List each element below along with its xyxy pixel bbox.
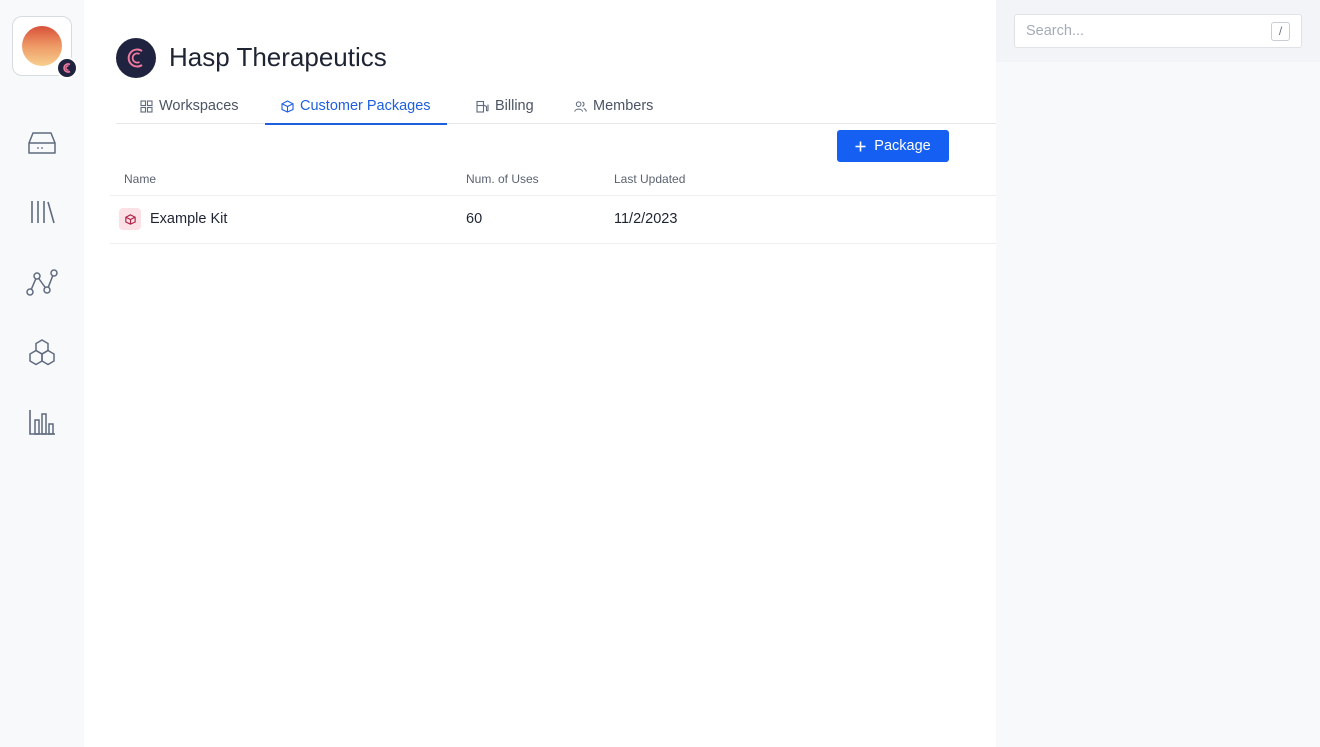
grid-icon: [140, 99, 153, 113]
tab-bar: Workspaces Customer Packages Billing Mem…: [116, 88, 996, 125]
rail-item-workflows[interactable]: [24, 264, 60, 300]
plus-icon: [855, 141, 866, 151]
tab-customer-packages[interactable]: Customer Packages: [265, 88, 447, 125]
rail-item-components[interactable]: [24, 334, 60, 370]
cell-uses: 60: [466, 211, 483, 227]
library-icon: [31, 201, 55, 224]
table-row[interactable]: Example Kit 60 11/2/2023: [110, 196, 996, 244]
hexagons-icon: [29, 339, 55, 366]
package-icon: [281, 99, 294, 113]
rail-item-inbox[interactable]: [24, 124, 60, 160]
tab-label: Billing: [495, 98, 534, 114]
tab-label: Members: [593, 98, 654, 114]
hasp-logo-icon: [56, 57, 78, 79]
sunset-logo-icon: [22, 26, 62, 66]
hasp-logo-icon: [127, 48, 143, 68]
tab-label: Workspaces: [159, 98, 239, 114]
users-icon: [574, 100, 587, 113]
column-header-name[interactable]: Name: [124, 172, 156, 186]
column-header-updated[interactable]: Last Updated: [614, 172, 685, 186]
rail-item-analytics[interactable]: [24, 404, 60, 440]
workflow-icon: [26, 269, 58, 296]
table-header: Name Num. of Uses Last Updated: [110, 164, 996, 196]
package-icon: [119, 208, 141, 230]
column-header-uses[interactable]: Num. of Uses: [466, 172, 539, 186]
fuel-icon: [476, 100, 489, 113]
tab-label: Customer Packages: [300, 98, 431, 114]
add-package-button[interactable]: Package: [837, 130, 949, 162]
tab-members[interactable]: Members: [574, 88, 653, 124]
search-box[interactable]: /: [1014, 14, 1302, 48]
cell-name: Example Kit: [150, 211, 228, 227]
right-panel: /: [996, 0, 1320, 747]
left-rail: [0, 0, 84, 747]
tab-workspaces[interactable]: Workspaces: [140, 88, 239, 124]
cell-updated: 11/2/2023: [614, 211, 678, 227]
bar-chart-icon: [29, 410, 55, 435]
tab-billing[interactable]: Billing: [476, 88, 534, 124]
search-shortcut-key: /: [1271, 22, 1290, 41]
rail-item-library[interactable]: [24, 194, 60, 230]
main-panel: Hasp Therapeutics Workspaces Customer Pa…: [84, 0, 996, 747]
search-input[interactable]: [1015, 15, 1265, 47]
page-title: Hasp Therapeutics: [169, 42, 387, 72]
org-logo: [116, 38, 156, 78]
inbox-icon: [28, 132, 56, 154]
add-package-label: Package: [874, 138, 931, 154]
search-bar-area: /: [996, 0, 1320, 62]
